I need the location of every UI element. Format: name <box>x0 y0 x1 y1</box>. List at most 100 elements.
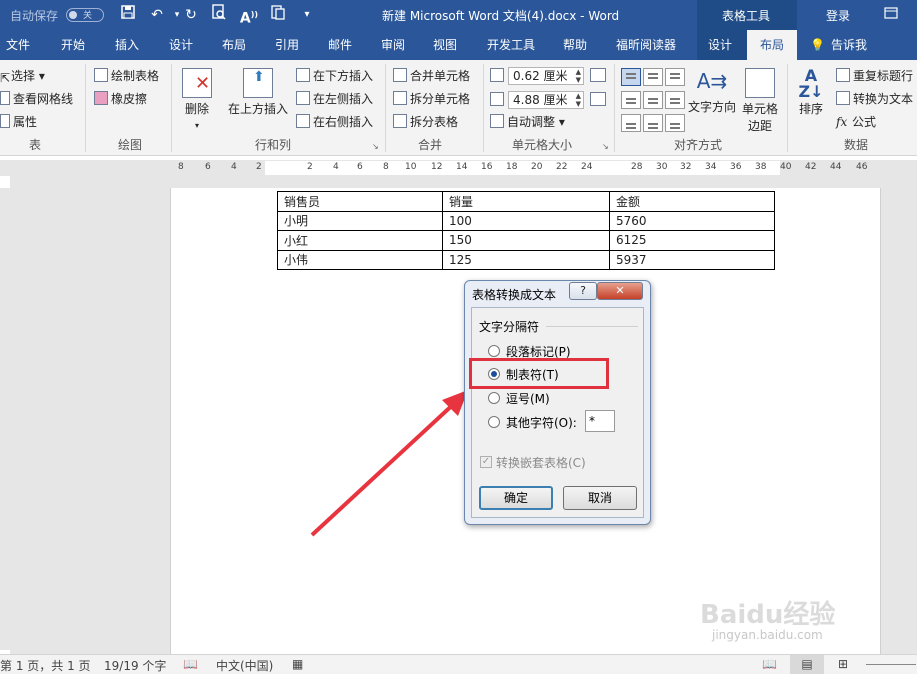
tab-mailings[interactable]: 邮件 <box>325 30 355 60</box>
horizontal-ruler[interactable]: 8 6 4 2 2 4 6 8 10 12 14 16 18 20 22 24 28 30 32 34 36 38 40 42… <box>0 160 917 176</box>
tab-layout[interactable]: 布局 <box>219 30 249 60</box>
language-indicator[interactable]: 中文(中国) <box>216 657 273 674</box>
table-header-cell[interactable]: 销量 <box>442 191 610 212</box>
spin-arrows-icon[interactable]: ▲ ▼ <box>576 68 581 84</box>
lightbulb-icon[interactable]: 💡 <box>810 30 825 60</box>
table-cell[interactable]: 125 <box>442 249 610 270</box>
web-layout-icon[interactable]: ⊞ <box>838 657 848 671</box>
proofing-icon[interactable]: 📖 <box>183 657 198 671</box>
other-character-input[interactable] <box>585 410 615 432</box>
align-middle-left-button[interactable] <box>621 91 641 109</box>
tab-help[interactable]: 帮助 <box>561 30 589 60</box>
distribute-rows-icon[interactable] <box>590 68 606 82</box>
cell-margins-button[interactable]: 单元格 边距 <box>740 68 780 134</box>
tab-insert[interactable]: 插入 <box>112 30 142 60</box>
redo-icon[interactable]: ↻ <box>180 4 202 26</box>
delete-button[interactable]: ✕ 删除 ▾ <box>180 68 214 131</box>
select-button[interactable]: ⇱选择 ▾ <box>0 66 45 86</box>
help-button[interactable]: ? <box>569 282 597 300</box>
align-top-right-button[interactable] <box>665 68 685 86</box>
macro-icon[interactable]: ▦ <box>292 657 303 671</box>
tell-me-search[interactable]: 告诉我 <box>828 30 870 60</box>
align-bottom-left-button[interactable] <box>621 114 641 132</box>
radio-comma[interactable] <box>488 392 500 404</box>
radio-paragraph-mark[interactable] <box>488 345 500 357</box>
repeat-header-button[interactable]: 重复标题行 <box>836 66 913 86</box>
sort-button[interactable]: A Z↓ 排序 <box>796 68 826 117</box>
vertical-ruler[interactable] <box>0 188 10 650</box>
insert-below-button[interactable]: 在下方插入 <box>296 66 373 86</box>
table-cell[interactable]: 小伟 <box>277 249 443 270</box>
customize-qat-icon[interactable]: ▾ <box>296 4 318 26</box>
properties-button[interactable]: 属性 <box>0 112 37 132</box>
title-bar: 自动保存 关 ↶ ▾ ↻ A)) ▾ 新建 Microsoft Word 文档(… <box>0 0 917 30</box>
insert-right-button[interactable]: 在右侧插入 <box>296 112 373 132</box>
distribute-columns-icon[interactable] <box>590 92 606 106</box>
table-cell[interactable]: 6125 <box>609 230 775 251</box>
tab-table-design[interactable]: 设计 <box>700 30 740 60</box>
tab-review[interactable]: 审阅 <box>378 30 408 60</box>
table-cell[interactable]: 150 <box>442 230 610 251</box>
insert-above-button[interactable]: ⬆ 在上方插入 <box>226 68 290 117</box>
table-cell[interactable]: 5937 <box>609 249 775 270</box>
tab-home[interactable]: 开始 <box>58 30 88 60</box>
ok-button[interactable]: 确定 <box>479 486 553 510</box>
page-count[interactable]: 第 1 页，共 1 页 <box>0 657 91 674</box>
undo-icon[interactable]: ↶ <box>146 4 168 26</box>
table-header-cell[interactable]: 销售员 <box>277 191 443 212</box>
read-mode-icon[interactable]: 📖 <box>762 657 777 671</box>
comma-label[interactable]: 逗号(M) <box>506 390 550 407</box>
eraser-button[interactable]: 橡皮擦 <box>94 89 147 109</box>
sales-table[interactable]: 销售员 销量 金额 小明 100 5760 小红 150 6125 小伟 125… <box>277 191 775 270</box>
properties-label: 属性 <box>13 115 38 129</box>
login-link[interactable]: 登录 <box>826 7 850 24</box>
draw-table-button[interactable]: 绘制表格 <box>94 66 159 86</box>
align-middle-right-button[interactable] <box>665 91 685 109</box>
autofit-button[interactable]: 自动调整 ▾ <box>490 112 565 132</box>
close-icon[interactable]: ✕ <box>597 282 643 300</box>
save-icon[interactable] <box>117 4 139 26</box>
tab-references[interactable]: 引用 <box>272 30 302 60</box>
view-gridlines-button[interactable]: 查看网格线 <box>0 89 73 109</box>
formula-button[interactable]: fx 公式 <box>836 112 876 132</box>
insert-left-button[interactable]: 在左侧插入 <box>296 89 373 109</box>
spin-arrows-icon[interactable]: ▲ ▼ <box>576 92 581 108</box>
print-layout-icon[interactable]: ▤ <box>790 655 824 674</box>
align-top-left-button[interactable] <box>621 68 641 86</box>
column-width-input[interactable]: 4.88 厘米 ▲ ▼ <box>508 91 584 109</box>
align-top-center-button[interactable] <box>643 68 663 86</box>
table-cell[interactable]: 100 <box>442 210 610 231</box>
merge-cells-button[interactable]: 合并单元格 <box>393 66 470 86</box>
row-height-input[interactable]: 0.62 厘米 ▲ ▼ <box>508 67 584 85</box>
dialog-launcher-icon[interactable]: ↘ <box>602 142 609 151</box>
autosave-toggle[interactable]: 关 <box>66 8 104 22</box>
tab-design[interactable]: 设计 <box>166 30 196 60</box>
text-direction-button[interactable]: A⇉ 文字方向 <box>688 66 736 115</box>
tab-developer[interactable]: 开发工具 <box>484 30 538 60</box>
split-table-button[interactable]: 拆分表格 <box>393 112 458 132</box>
align-bottom-center-button[interactable] <box>643 114 663 132</box>
word-count[interactable]: 19/19 个字 <box>104 657 166 674</box>
convert-to-text-button[interactable]: 转换为文本 <box>836 89 913 109</box>
table-cell[interactable]: 小红 <box>277 230 443 251</box>
table-cell[interactable]: 5760 <box>609 210 775 231</box>
dialog-launcher-icon[interactable]: ↘ <box>372 142 379 151</box>
table-cell[interactable]: 小明 <box>277 210 443 231</box>
print-preview-icon[interactable] <box>208 4 230 26</box>
cancel-button[interactable]: 取消 <box>563 486 637 510</box>
nested-tables-checkbox[interactable]: ✓ <box>480 456 492 468</box>
tab-foxit-reader[interactable]: 福昕阅读器 <box>614 30 678 60</box>
tab-view[interactable]: 视图 <box>430 30 460 60</box>
tab-file[interactable]: 文件 <box>4 30 32 60</box>
font-size-icon[interactable]: A)) <box>238 4 260 27</box>
other-character-label[interactable]: 其他字符(O): <box>506 414 577 431</box>
tab-table-layout[interactable]: 布局 <box>747 30 797 60</box>
align-bottom-right-button[interactable] <box>665 114 685 132</box>
ribbon-display-icon[interactable] <box>880 4 902 26</box>
clipboard-icon[interactable] <box>267 4 289 26</box>
table-header-cell[interactable]: 金额 <box>609 191 775 212</box>
radio-other-character[interactable] <box>488 416 500 428</box>
zoom-slider[interactable] <box>866 664 916 665</box>
align-middle-center-button[interactable] <box>643 91 663 109</box>
split-cells-button[interactable]: 拆分单元格 <box>393 89 470 109</box>
